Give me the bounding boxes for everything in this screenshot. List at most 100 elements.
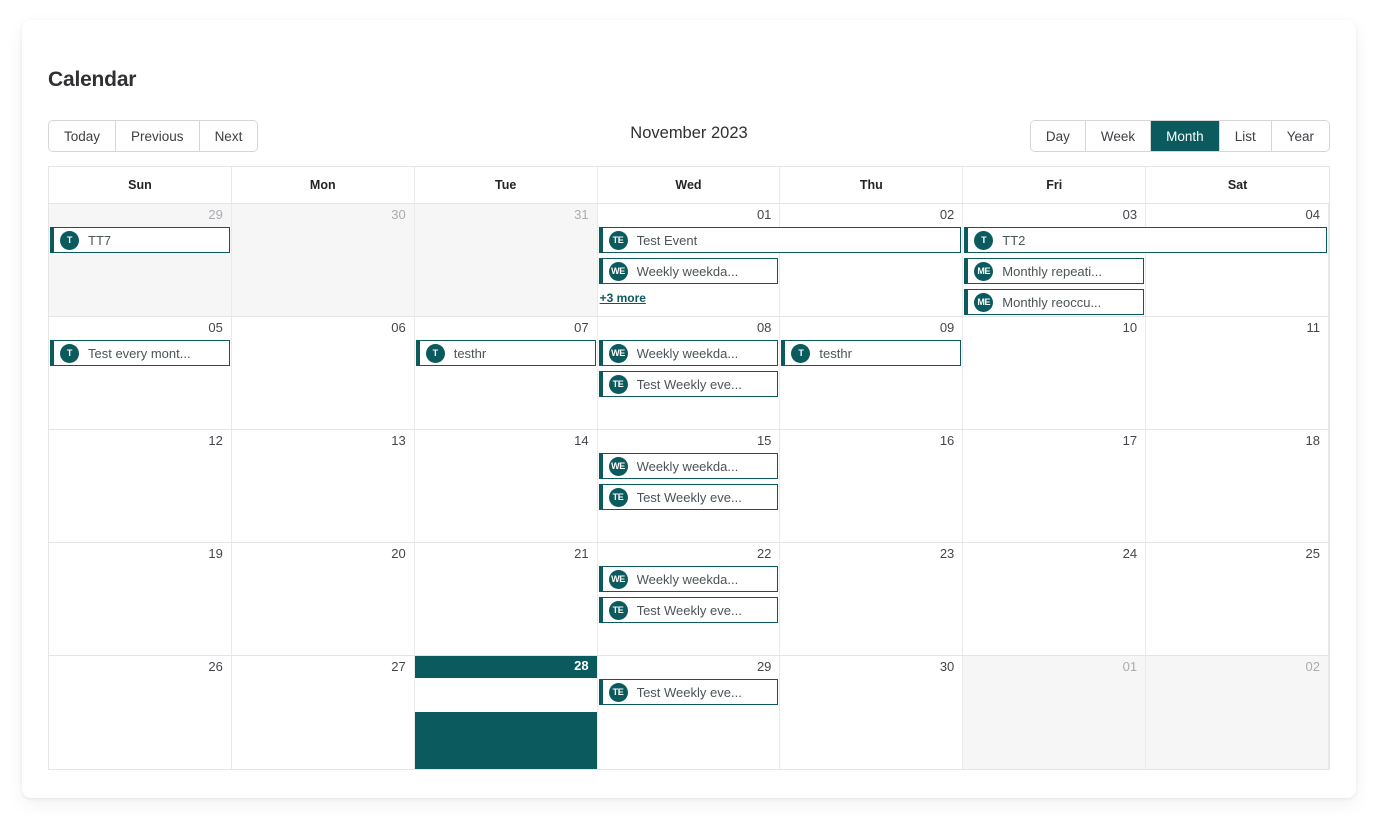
view-day-button[interactable]: Day [1030, 121, 1086, 151]
day-cell[interactable]: 27 [231, 656, 415, 769]
event-title: Test Event [636, 232, 698, 248]
day-cell[interactable]: 20 [231, 543, 415, 655]
day-cell[interactable]: 17 [963, 430, 1147, 542]
day-number: 02 [939, 207, 955, 222]
weekday-header-fri: Fri [963, 167, 1147, 203]
view-week-button[interactable]: Week [1085, 121, 1152, 151]
day-number: 12 [208, 433, 223, 448]
day-number: 13 [391, 433, 406, 448]
day-cell[interactable]: 04 [1146, 204, 1329, 316]
day-cell[interactable]: 09 [780, 317, 964, 429]
calendar-event[interactable]: TE Test Weekly eve... [598, 679, 779, 705]
day-cell[interactable]: 10 [963, 317, 1147, 429]
calendar-week-row: 19 20 21 22 23 24 25 WE Weekly weekda... TE Test W… [49, 543, 1329, 656]
event-avatar: ME [974, 261, 994, 281]
calendar-week-row: 12 13 14 15 16 17 18 WE Weekly weekda... TE Test W… [49, 430, 1329, 543]
day-cell[interactable]: 05 [49, 317, 232, 429]
event-avatar: ME [974, 292, 994, 312]
day-number: 24 [1122, 546, 1138, 561]
day-number: 07 [574, 320, 589, 335]
event-avatar: T [60, 230, 79, 250]
weekday-header-row: Sun Mon Tue Wed Thu Fri Sat [49, 167, 1329, 204]
day-cell[interactable]: 16 [780, 430, 964, 542]
calendar-event[interactable]: WE Weekly weekda... [598, 566, 779, 592]
day-cell[interactable]: 14 [414, 430, 598, 542]
calendar-event[interactable]: WE Weekly weekda... [598, 453, 779, 479]
day-number: 08 [756, 320, 772, 335]
day-cell[interactable]: 12 [49, 430, 232, 542]
event-title: TT2 [1002, 232, 1026, 248]
day-number: 30 [391, 207, 406, 222]
event-avatar: TE [608, 487, 628, 507]
event-title: Weekly weekda... [636, 571, 739, 587]
day-cell[interactable]: 11 [1146, 317, 1329, 429]
event-avatar: T [791, 343, 811, 363]
calendar-event[interactable]: ME Monthly reoccu... [964, 289, 1145, 315]
day-number: 27 [391, 659, 406, 674]
day-cell[interactable]: 30 [231, 204, 415, 316]
calendar-event[interactable]: WE Weekly weekda... [598, 340, 779, 366]
day-number: 10 [1122, 320, 1138, 335]
day-cell[interactable]: 18 [1146, 430, 1329, 542]
day-number: 26 [208, 659, 223, 674]
day-cell[interactable]: 29 [597, 656, 781, 769]
calendar-event[interactable]: T Test every mont... [50, 340, 230, 366]
day-number: 16 [939, 433, 955, 448]
event-avatar: T [974, 230, 994, 250]
day-cell[interactable]: 21 [414, 543, 598, 655]
day-number: 01 [1122, 659, 1138, 674]
day-cell[interactable]: 01 [963, 656, 1147, 769]
calendar-event[interactable]: TE Test Event [598, 227, 962, 253]
day-cell[interactable]: 13 [231, 430, 415, 542]
event-title: Test every mont... [88, 345, 191, 361]
calendar-toolbar: Today Previous Next November 2023 Day Week M… [22, 120, 1356, 158]
today-highlight-bar [414, 656, 597, 678]
day-cell[interactable]: 25 [1146, 543, 1329, 655]
calendar-event[interactable]: T TT7 [50, 227, 230, 253]
event-title: Test Weekly eve... [636, 376, 742, 392]
day-number: 31 [574, 207, 589, 222]
day-cell[interactable]: 06 [231, 317, 415, 429]
day-cell[interactable]: 07 [414, 317, 598, 429]
event-avatar: WE [608, 569, 628, 589]
day-number: 02 [1305, 659, 1320, 674]
view-list-button[interactable]: List [1219, 121, 1272, 151]
day-number: 30 [939, 659, 955, 674]
calendar-grid: Sun Mon Tue Wed Thu Fri Sat 29 30 31 01 02 03 04 T TT7… [48, 166, 1330, 770]
day-number: 15 [756, 433, 772, 448]
day-cell[interactable]: 29 [49, 204, 232, 316]
day-cell[interactable]: 31 [414, 204, 598, 316]
weekday-header-sat: Sat [1227, 178, 1248, 192]
calendar-event[interactable]: Ttesthr [415, 340, 596, 366]
calendar-event[interactable]: TE Test Weekly eve... [598, 371, 779, 397]
calendar-event[interactable]: TE Test Weekly eve... [598, 597, 779, 623]
day-cell[interactable]: 30 [780, 656, 964, 769]
calendar-card: Calendar Today Previous Next November 2023… [22, 20, 1356, 798]
event-avatar: T [425, 343, 445, 363]
day-number: 29 [756, 659, 772, 674]
event-avatar: WE [608, 343, 628, 363]
calendar-event[interactable]: Ttesthr [781, 340, 962, 366]
calendar-event[interactable]: WE Weekly weekda... [598, 258, 779, 284]
day-cell[interactable]: 26 [49, 656, 232, 769]
view-month-button[interactable]: Month [1151, 121, 1220, 151]
weekday-header-sun: Sun [49, 167, 232, 203]
calendar-event[interactable]: ME Monthly repeati... [964, 258, 1145, 284]
weekday-header-tue: Tue [415, 167, 598, 203]
day-number: 04 [1305, 207, 1320, 222]
more-events-link[interactable]: +3 more [600, 291, 646, 305]
event-title: Weekly weekda... [636, 345, 739, 361]
weekday-header-mon: Mon [232, 167, 415, 203]
day-cell[interactable]: 02 [1146, 656, 1329, 769]
day-number: 06 [391, 320, 406, 335]
day-cell[interactable]: 19 [49, 543, 232, 655]
day-number: 05 [208, 320, 223, 335]
day-cell[interactable]: 24 [963, 543, 1147, 655]
view-year-button[interactable]: Year [1271, 121, 1329, 151]
day-cell[interactable]: 02 [780, 204, 964, 316]
calendar-event[interactable]: TE Test Weekly eve... [598, 484, 779, 510]
calendar-event[interactable]: T TT2 [964, 227, 1327, 253]
event-title: testhr [819, 345, 852, 361]
day-cell[interactable]: 23 [780, 543, 964, 655]
day-cell-today[interactable]: 28 [414, 656, 598, 769]
